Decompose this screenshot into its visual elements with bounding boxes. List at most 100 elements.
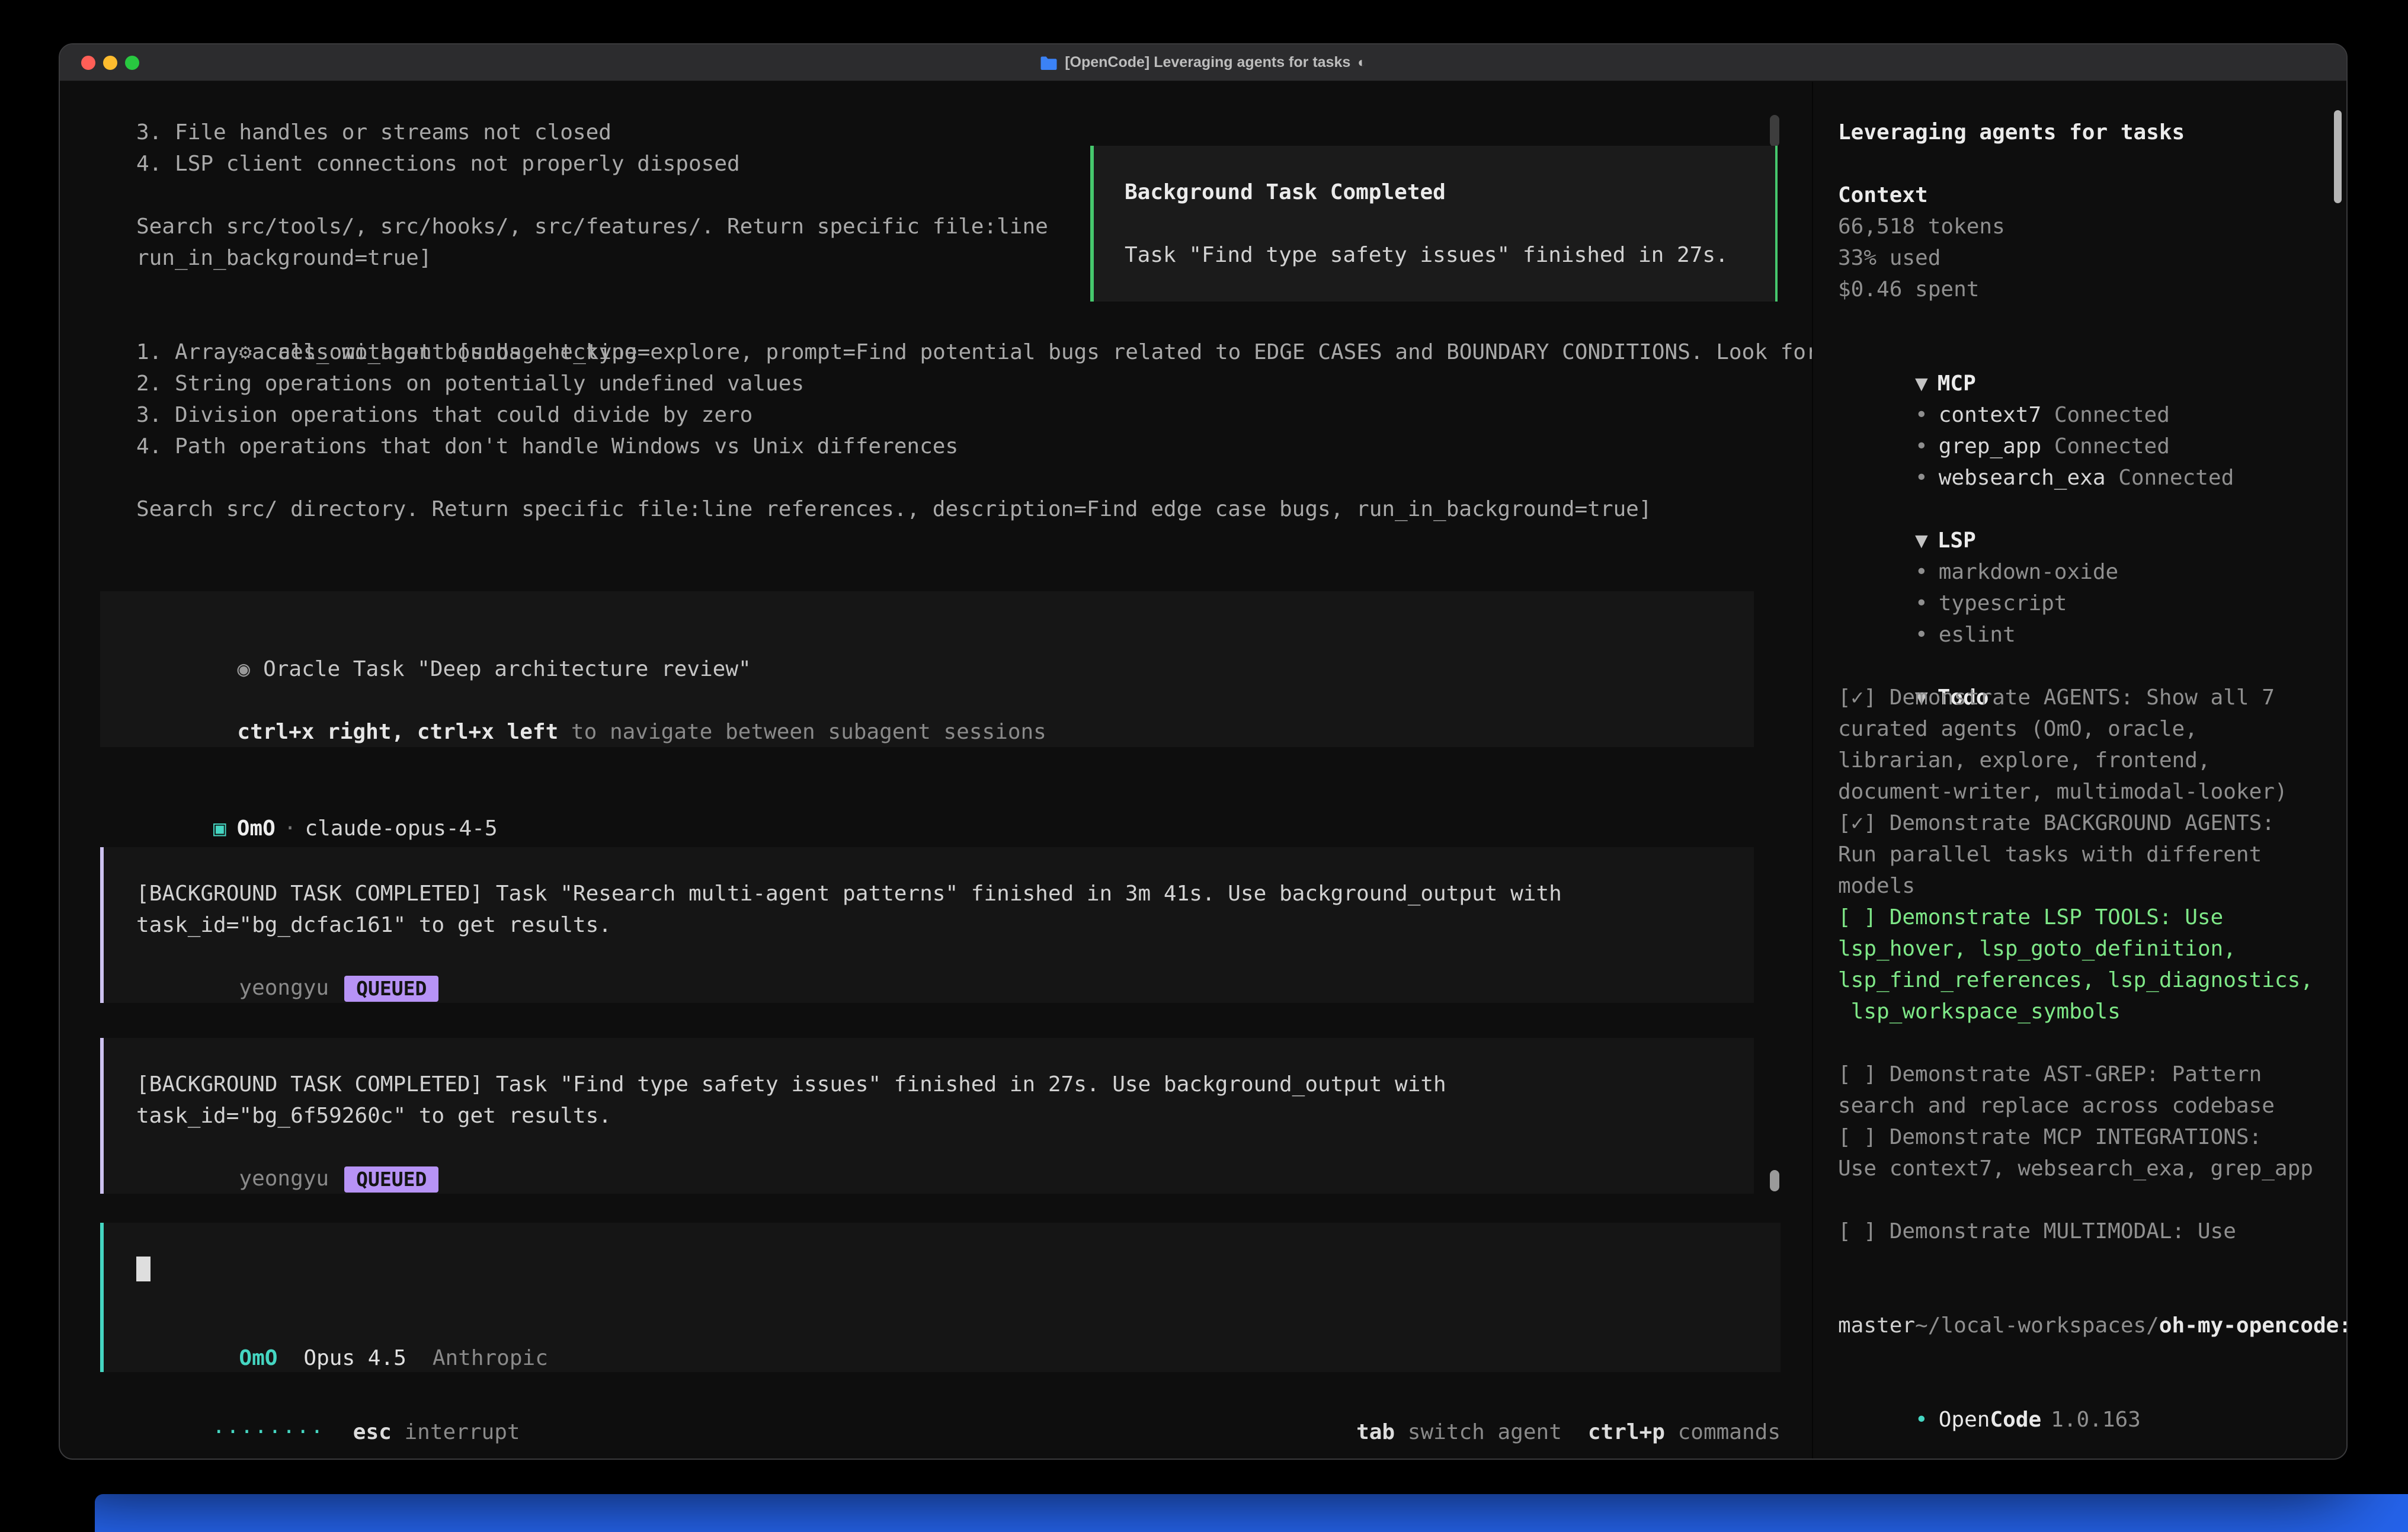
message-line: [BACKGROUND TASK COMPLETED] Task "Find t…	[136, 1069, 1719, 1100]
todo-line-pending: Use context7, websearch_exa, grep_app	[1838, 1153, 2335, 1184]
workspace-name: oh-my-opencode:	[2159, 1313, 2348, 1338]
todo-line-active: lsp_workspace_symbols	[1838, 996, 2335, 1027]
todo-line-pending: [ ] Demonstrate MCP INTEGRATIONS:	[1838, 1121, 2335, 1153]
prompt-input[interactable]: OmO Opus 4.5 Anthropic	[100, 1223, 1781, 1372]
opencode-version-footer: •OpenCode1.0.163	[1838, 1373, 2335, 1404]
terminal-line: 3. File handles or streams not closed	[136, 117, 1812, 148]
ctrlp-key-label: commands	[1678, 1420, 1781, 1444]
todo-line-done: librarian, explore, frontend,	[1838, 745, 2335, 776]
todo-section-header[interactable]: ▼Todo	[1838, 650, 2335, 682]
terminal-window: [OpenCode] Leveraging agents for tasks ◐…	[59, 43, 2348, 1460]
agent-model: claude-opus-4-5	[305, 816, 497, 841]
main-scrollbar-thumb-top[interactable]	[1770, 115, 1779, 147]
esc-key-hint: esc	[353, 1420, 392, 1444]
chevron-down-icon: ▼	[1915, 371, 1928, 396]
window-titlebar[interactable]: [OpenCode] Leveraging agents for tasks ◐	[60, 44, 2346, 81]
toast-body: Task "Find type safety issues" finished …	[1125, 239, 1746, 271]
mcp-header-label: MCP	[1938, 371, 1976, 396]
bullet-icon: •	[1915, 403, 1928, 427]
oracle-task-title: ◉Oracle Task "Deep architecture review"	[135, 622, 1719, 653]
todo-line-done: [✓] Demonstrate AGENTS: Show all 7	[1838, 682, 2335, 713]
todo-line-active: [ ] Demonstrate LSP TOOLS: Use	[1838, 902, 2335, 933]
background-task-message: [BACKGROUND TASK COMPLETED] Task "Resear…	[100, 847, 1754, 1003]
oracle-navigation-hint: ctrl+x right, ctrl+x left to navigate be…	[135, 685, 1719, 716]
half-moon-icon: ◐	[1357, 55, 1366, 71]
input-cursor-line[interactable]	[136, 1252, 1746, 1284]
message-line: [BACKGROUND TASK COMPLETED] Task "Resear…	[136, 878, 1719, 909]
app-name: Open	[1939, 1408, 1990, 1432]
bullet-icon: •	[1915, 1408, 1928, 1432]
mcp-status: Connected	[2054, 434, 2170, 459]
todo-line-done: [✓] Demonstrate BACKGROUND AGENTS:	[1838, 807, 2335, 839]
bullet-icon: •	[1915, 560, 1928, 584]
todo-line-done: curated agents (OmO, oracle,	[1838, 713, 2335, 745]
window-title-text: [OpenCode] Leveraging agents for tasks	[1065, 54, 1350, 71]
sidebar: Leveraging agents for tasks Context 66,5…	[1812, 82, 2346, 1459]
model-selector-row[interactable]: OmOOpus 4.5Anthropic	[136, 1311, 1746, 1342]
app-version: 1.0.163	[2051, 1408, 2141, 1432]
mcp-status: Connected	[2054, 403, 2170, 427]
message-author: yeongyu	[239, 1166, 329, 1191]
lsp-section-header[interactable]: ▼LSP	[1838, 493, 2335, 525]
context-tokens: 66,518 tokens	[1838, 211, 2335, 242]
context-used: 33% used	[1838, 242, 2335, 274]
session-title: Leveraging agents for tasks	[1838, 117, 2335, 148]
todo-line-done: Run parallel tasks with different	[1838, 839, 2335, 870]
mcp-name: context7	[1939, 403, 2041, 427]
mcp-section-header[interactable]: ▼MCP	[1838, 336, 2335, 368]
app-name-bold: Code	[1990, 1408, 2041, 1432]
queued-status-badge: QUEUED	[344, 1166, 438, 1193]
todo-line-pending: [ ] Demonstrate MULTIMODAL: Use	[1838, 1216, 2335, 1247]
message-line: task_id="bg_dcfac161" to get results.	[136, 909, 1719, 941]
main-scrollbar-thumb[interactable]	[1770, 1170, 1779, 1191]
terminal-line: 4. Path operations that don't handle Win…	[136, 431, 1812, 462]
mcp-name: websearch_exa	[1939, 466, 2106, 490]
status-bar: ········esc interrupt tab switch agentct…	[60, 1385, 1812, 1416]
agent-name: OmO	[237, 816, 276, 841]
active-agent-label: OmO	[239, 1346, 277, 1370]
status-right: tab switch agentctrl+p commands	[1254, 1385, 1781, 1416]
chevron-down-icon: ▼	[1915, 528, 1928, 553]
ctrlp-key-hint: ctrl+p	[1588, 1420, 1665, 1444]
fisheye-icon: ◉	[237, 657, 250, 681]
agent-square-icon: ▣	[213, 816, 226, 841]
text-cursor	[136, 1257, 150, 1281]
bullet-icon: •	[1915, 591, 1928, 616]
terminal-line: 2. String operations on potentially unde…	[136, 368, 1812, 399]
tab-key-label: switch agent	[1408, 1420, 1562, 1444]
background-task-message: [BACKGROUND TASK COMPLETED] Task "Find t…	[100, 1038, 1754, 1194]
active-model-label: Opus 4.5	[303, 1346, 406, 1370]
provider-label: Anthropic	[433, 1346, 548, 1370]
context-header: Context	[1838, 180, 2335, 211]
separator-dot: ·	[284, 816, 297, 841]
toast-title: Background Task Completed	[1125, 177, 1746, 208]
mcp-status: Connected	[2118, 466, 2234, 490]
mcp-name: grep_app	[1939, 434, 2041, 459]
terminal-line: 3. Division operations that could divide…	[136, 399, 1812, 431]
esc-key-label: interrupt	[405, 1420, 520, 1444]
bullet-icon: •	[1915, 434, 1928, 459]
hint-text: to navigate between subagent sessions	[558, 720, 1046, 744]
status-left: ········esc interrupt	[110, 1385, 520, 1416]
hint-keys: ctrl+x right, ctrl+x left	[237, 720, 558, 744]
todo-line-active: lsp_find_references, lsp_diagnostics,	[1838, 964, 2335, 996]
window-title: [OpenCode] Leveraging agents for tasks ◐	[60, 54, 2346, 71]
folder-icon	[1040, 56, 1058, 70]
message-author: yeongyu	[239, 976, 329, 1000]
sidebar-scrollbar-thumb[interactable]	[2334, 110, 2342, 203]
spinner-dots-icon: ········	[212, 1420, 324, 1444]
bullet-icon: •	[1915, 623, 1928, 647]
toast-notification: Background Task Completed Task "Find typ…	[1090, 146, 1778, 302]
queued-status-badge: QUEUED	[344, 976, 438, 1002]
lsp-name: typescript	[1939, 591, 2067, 616]
todo-line-pending: search and replace across codebase	[1838, 1090, 2335, 1121]
context-spent: $0.46 spent	[1838, 274, 2335, 305]
todo-line-done: models	[1838, 870, 2335, 902]
lsp-header-label: LSP	[1938, 528, 1976, 553]
lsp-name: markdown-oxide	[1939, 560, 2118, 584]
agent-session-header: ▣OmO·claude-opus-4-5	[60, 781, 1812, 813]
tool-call-line: ⚙call_omo_agent [subagent_type=explore, …	[136, 305, 1812, 336]
bullet-icon: •	[1915, 466, 1928, 490]
tab-key-hint: tab	[1356, 1420, 1395, 1444]
todo-line-done: document-writer, multimodal-looker)	[1838, 776, 2335, 807]
